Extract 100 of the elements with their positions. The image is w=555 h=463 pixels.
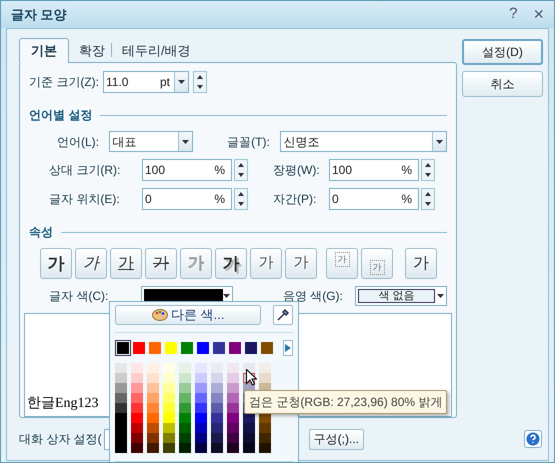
attribute-button[interactable]: 가 xyxy=(40,248,72,279)
shade-swatch[interactable] xyxy=(179,373,191,383)
shade-swatch[interactable] xyxy=(211,383,223,393)
shade-swatch[interactable] xyxy=(227,413,239,423)
shade-swatch[interactable] xyxy=(259,423,271,433)
shade-swatch[interactable] xyxy=(115,383,127,393)
shade-swatch[interactable] xyxy=(163,423,175,433)
shade-swatch[interactable] xyxy=(259,363,271,373)
dropdown-button[interactable] xyxy=(174,72,188,92)
attribute-button[interactable]: 가 xyxy=(215,248,247,279)
shade-swatch[interactable] xyxy=(211,443,223,453)
attribute-button[interactable]: 가 xyxy=(145,248,177,279)
shade-swatch[interactable] xyxy=(115,443,127,453)
help-icon[interactable] xyxy=(524,430,542,448)
shade-swatch[interactable] xyxy=(147,413,159,423)
shade-swatch[interactable] xyxy=(195,363,207,373)
spin-buttons[interactable] xyxy=(234,188,248,210)
spin-buttons[interactable] xyxy=(234,159,248,181)
shade-swatch[interactable] xyxy=(115,403,127,413)
shade-swatch[interactable] xyxy=(243,363,255,373)
shade-swatch[interactable] xyxy=(243,443,255,453)
configure-button[interactable]: 구성(;)... xyxy=(308,428,364,450)
dialog-button[interactable]: 취소 xyxy=(462,71,543,97)
shade-swatch[interactable] xyxy=(179,393,191,403)
tab[interactable]: 테두리/배경 xyxy=(116,40,197,62)
shade-swatch[interactable] xyxy=(131,423,143,433)
size-field[interactable]: 11.0 pt xyxy=(103,71,189,93)
number-field[interactable]: 0 % xyxy=(329,188,419,210)
shade-swatch[interactable] xyxy=(179,433,191,443)
shade-swatch[interactable] xyxy=(227,393,239,403)
shade-swatch[interactable] xyxy=(195,373,207,383)
spin-buttons[interactable] xyxy=(193,71,207,93)
shade-swatch[interactable] xyxy=(131,373,143,383)
shade-swatch[interactable] xyxy=(195,443,207,453)
shade-swatch[interactable] xyxy=(259,443,271,453)
shade-color-dropdown[interactable]: 색 없음 xyxy=(355,286,447,306)
tab[interactable]: 기본 xyxy=(19,38,69,63)
shade-swatch[interactable] xyxy=(131,403,143,413)
shade-swatch[interactable] xyxy=(195,433,207,443)
attribute-button[interactable]: 가 xyxy=(110,248,142,279)
shade-swatch[interactable] xyxy=(179,363,191,373)
shade-swatch[interactable] xyxy=(211,413,223,423)
eyedropper-button[interactable] xyxy=(273,305,293,325)
shade-swatch[interactable] xyxy=(115,363,127,373)
dialog-button[interactable]: 설정(D) xyxy=(462,39,543,65)
shade-swatch[interactable] xyxy=(211,433,223,443)
shade-swatch[interactable] xyxy=(259,413,271,423)
help-button[interactable]: ? xyxy=(509,3,518,26)
shade-swatch[interactable] xyxy=(211,393,223,403)
shade-swatch[interactable] xyxy=(131,363,143,373)
dropdown-button[interactable] xyxy=(432,132,446,151)
shade-swatch[interactable] xyxy=(147,403,159,413)
number-field[interactable]: 100 % xyxy=(329,159,419,181)
shade-swatch[interactable] xyxy=(179,383,191,393)
shade-swatch[interactable] xyxy=(195,383,207,393)
shade-swatch[interactable] xyxy=(211,403,223,413)
dropdown-button[interactable] xyxy=(178,132,192,151)
shade-swatch[interactable] xyxy=(131,383,143,393)
more-colors-button[interactable]: 다른 색... xyxy=(115,305,262,325)
shade-swatch[interactable] xyxy=(147,443,159,453)
shade-swatch[interactable] xyxy=(195,403,207,413)
shade-swatch[interactable] xyxy=(131,413,143,423)
font-dropdown[interactable]: 신명조 xyxy=(280,131,448,152)
shade-swatch[interactable] xyxy=(243,433,255,443)
color-swatch[interactable] xyxy=(115,340,131,356)
shade-swatch[interactable] xyxy=(163,433,175,443)
shade-swatch[interactable] xyxy=(195,423,207,433)
shade-swatch[interactable] xyxy=(179,423,191,433)
attribute-button[interactable]: 가 xyxy=(250,248,282,279)
shade-swatch[interactable] xyxy=(163,363,175,373)
shade-swatch[interactable] xyxy=(147,383,159,393)
attribute-button[interactable]: 가 xyxy=(75,248,107,279)
shade-swatch[interactable] xyxy=(227,373,239,383)
shade-swatch[interactable] xyxy=(179,443,191,453)
attribute-button[interactable]: 가 xyxy=(405,248,437,279)
shade-swatch[interactable] xyxy=(163,443,175,453)
shade-swatch[interactable] xyxy=(195,393,207,403)
shade-swatch[interactable] xyxy=(163,403,175,413)
spin-buttons[interactable] xyxy=(421,188,435,210)
shade-swatch[interactable] xyxy=(115,393,127,403)
number-field[interactable]: 100 % xyxy=(142,159,232,181)
shade-swatch[interactable] xyxy=(227,363,239,373)
shade-swatch[interactable] xyxy=(259,373,271,383)
shade-swatch[interactable] xyxy=(163,413,175,423)
shade-swatch[interactable] xyxy=(227,423,239,433)
shade-swatch[interactable] xyxy=(131,443,143,453)
spin-buttons[interactable] xyxy=(421,159,435,181)
shade-swatch[interactable] xyxy=(195,413,207,423)
shade-swatch[interactable] xyxy=(227,403,239,413)
attribute-button[interactable]: 가 xyxy=(285,248,317,279)
expand-arrow-button[interactable] xyxy=(283,340,293,356)
shade-swatch[interactable] xyxy=(211,373,223,383)
tab[interactable]: 확장 xyxy=(73,40,111,62)
attribute-button[interactable]: 가 xyxy=(326,248,358,279)
shade-swatch[interactable] xyxy=(147,393,159,403)
language-dropdown[interactable]: 대표 xyxy=(109,131,194,152)
shade-swatch[interactable] xyxy=(243,413,255,423)
shade-swatch[interactable] xyxy=(115,373,127,383)
number-field[interactable]: 0 % xyxy=(142,188,232,210)
shade-swatch[interactable] xyxy=(211,363,223,373)
